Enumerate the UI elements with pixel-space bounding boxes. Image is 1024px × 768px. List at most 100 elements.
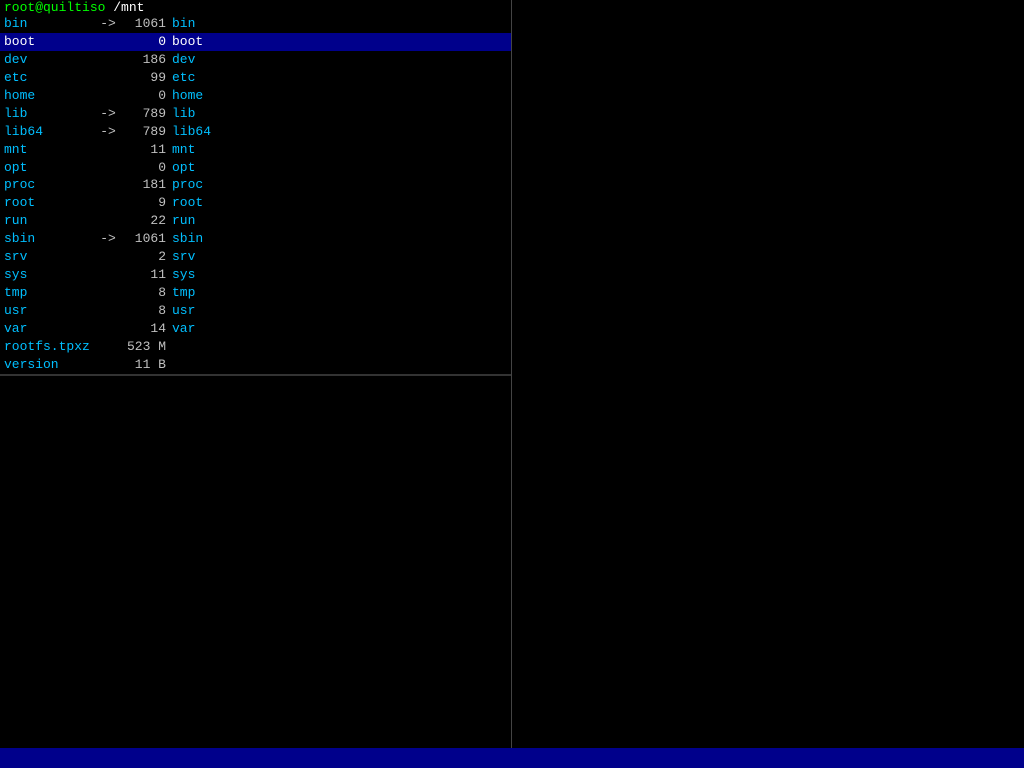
file-size: 0 [122, 87, 172, 105]
file-name: lib [4, 105, 94, 123]
file-name: mnt [4, 141, 94, 159]
file-row[interactable]: etc99 etc [0, 69, 511, 87]
file-row[interactable]: usr8 usr [0, 302, 511, 320]
file-row[interactable]: run22 run [0, 212, 511, 230]
file-size: 11 [122, 266, 172, 284]
file-arrow [94, 194, 122, 212]
file-arrow [94, 356, 122, 374]
file-row[interactable]: rootfs.tpxz 523 M [0, 338, 511, 356]
file-size: 11 [122, 141, 172, 159]
file-size: 186 [122, 51, 172, 69]
file-arrow [94, 141, 122, 159]
file-arrow [94, 338, 122, 356]
file-arrow: -> [94, 230, 122, 248]
file-target: boot [172, 33, 203, 51]
file-row[interactable]: sys11 sys [0, 266, 511, 284]
file-size: 9 [122, 194, 172, 212]
file-name: rootfs.tpxz [4, 338, 94, 356]
file-size: 14 [122, 320, 172, 338]
file-arrow [94, 302, 122, 320]
file-arrow [94, 176, 122, 194]
file-list: bin->1061 binboot0 bootdev186 devetc99 e… [0, 15, 511, 374]
file-arrow [94, 320, 122, 338]
file-arrow [94, 248, 122, 266]
file-target: etc [172, 69, 195, 87]
file-size: 1061 [122, 15, 172, 33]
file-arrow [94, 69, 122, 87]
left-pane: root@quiltiso /mnt bin->1061 binboot0 bo… [0, 0, 512, 748]
file-row[interactable]: boot0 boot [0, 33, 511, 51]
file-row[interactable]: version11 B [0, 356, 511, 374]
file-target: sbin [172, 230, 203, 248]
file-size: 2 [122, 248, 172, 266]
file-name: tmp [4, 284, 94, 302]
file-size: 0 [122, 33, 172, 51]
file-row[interactable]: sbin->1061 sbin [0, 230, 511, 248]
file-row[interactable]: home0 home [0, 87, 511, 105]
file-name: sbin [4, 230, 94, 248]
file-row[interactable]: bin->1061 bin [0, 15, 511, 33]
file-arrow [94, 284, 122, 302]
file-name: etc [4, 69, 94, 87]
main-container: root@quiltiso /mnt bin->1061 binboot0 bo… [0, 0, 1024, 768]
file-row[interactable]: proc181 proc [0, 176, 511, 194]
file-target: bin [172, 15, 195, 33]
file-target: opt [172, 159, 195, 177]
file-size: 523 M [122, 338, 172, 356]
file-target: run [172, 212, 195, 230]
file-arrow: -> [94, 15, 122, 33]
file-arrow [94, 266, 122, 284]
file-target: lib [172, 105, 195, 123]
file-name: sys [4, 266, 94, 284]
file-arrow: -> [94, 123, 122, 141]
prompt-label: root@quiltiso [4, 0, 105, 15]
file-row[interactable]: lib64->789 lib64 [0, 123, 511, 141]
file-target: proc [172, 176, 203, 194]
file-size: 11 B [122, 356, 172, 374]
file-target: root [172, 194, 203, 212]
file-arrow [94, 159, 122, 177]
file-size: 181 [122, 176, 172, 194]
file-size: 789 [122, 105, 172, 123]
file-arrow [94, 51, 122, 69]
right-pane[interactable] [512, 0, 1024, 748]
file-row[interactable]: var14 var [0, 320, 511, 338]
bottom-bar [0, 748, 1024, 768]
file-arrow: -> [94, 105, 122, 123]
file-row[interactable]: srv2 srv [0, 248, 511, 266]
file-target: lib64 [172, 123, 211, 141]
file-size: 22 [122, 212, 172, 230]
file-target: dev [172, 51, 195, 69]
file-row[interactable]: dev186 dev [0, 51, 511, 69]
file-size: 0 [122, 159, 172, 177]
file-size: 1061 [122, 230, 172, 248]
file-name: lib64 [4, 123, 94, 141]
file-row[interactable]: mnt11 mnt [0, 141, 511, 159]
main-area: root@quiltiso /mnt bin->1061 binboot0 bo… [0, 0, 1024, 748]
file-name: proc [4, 176, 94, 194]
file-row[interactable]: opt0 opt [0, 159, 511, 177]
file-name: root [4, 194, 94, 212]
file-name: bin [4, 15, 94, 33]
file-target: home [172, 87, 203, 105]
file-size: 99 [122, 69, 172, 87]
path-label: /mnt [105, 0, 144, 15]
file-target: var [172, 320, 195, 338]
file-name: var [4, 320, 94, 338]
file-name: home [4, 87, 94, 105]
file-name: opt [4, 159, 94, 177]
file-name: run [4, 212, 94, 230]
file-target: usr [172, 302, 195, 320]
file-arrow [94, 87, 122, 105]
file-row[interactable]: root9 root [0, 194, 511, 212]
file-size: 789 [122, 123, 172, 141]
file-size: 8 [122, 284, 172, 302]
file-target: mnt [172, 141, 195, 159]
file-row[interactable]: tmp8 tmp [0, 284, 511, 302]
terminal-area[interactable] [0, 375, 511, 748]
file-name: srv [4, 248, 94, 266]
file-name: dev [4, 51, 94, 69]
file-size: 8 [122, 302, 172, 320]
file-arrow [94, 212, 122, 230]
file-row[interactable]: lib->789 lib [0, 105, 511, 123]
